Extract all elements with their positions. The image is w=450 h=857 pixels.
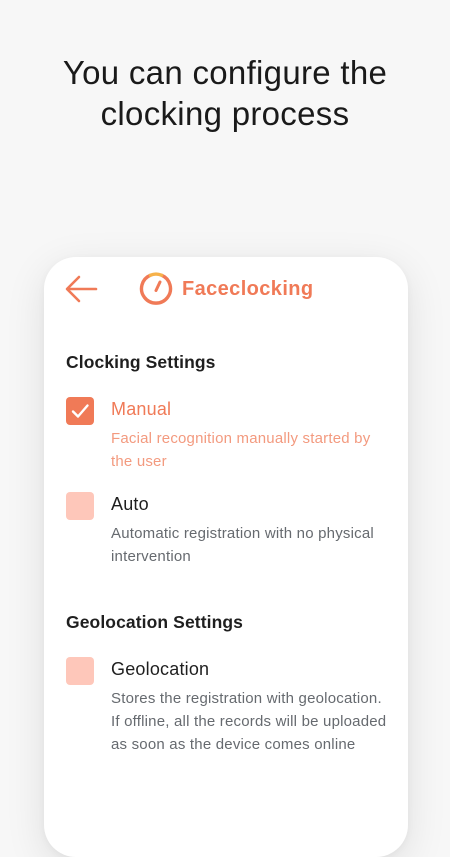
auto-label: Auto — [111, 494, 149, 514]
phone-screen: Faceclocking Clocking Settings Manual Fa… — [44, 257, 408, 857]
headline: You can configure the clocking process — [0, 52, 450, 134]
manual-label: Manual — [111, 399, 172, 419]
arrow-left-icon — [65, 275, 98, 303]
auto-checkbox[interactable] — [66, 492, 94, 520]
geolocation-settings-title: Geolocation Settings — [66, 612, 244, 632]
app-title: Faceclocking — [182, 277, 314, 300]
app-bar: Faceclocking — [44, 257, 408, 323]
headline-line-2: clocking process — [100, 95, 350, 132]
gauge-logo-icon — [139, 272, 173, 305]
back-button[interactable] — [62, 271, 102, 307]
option-geolocation[interactable]: Geolocation Stores the registration with… — [66, 657, 396, 777]
app-brand: Faceclocking — [139, 271, 314, 307]
manual-description: Facial recognition manually started by t… — [111, 430, 371, 470]
geolocation-description: Stores the registration with geolocation… — [111, 690, 387, 753]
checkmark-icon — [71, 404, 89, 418]
option-auto[interactable]: Auto Automatic registration with no phys… — [66, 492, 396, 565]
headline-line-1: You can configure the — [62, 54, 388, 91]
geolocation-label: Geolocation — [111, 659, 210, 679]
manual-checkbox[interactable] — [66, 397, 94, 425]
geolocation-checkbox[interactable] — [66, 657, 94, 685]
auto-description: Automatic registration with no physical … — [111, 525, 374, 565]
option-manual[interactable]: Manual Facial recognition manually start… — [66, 397, 396, 470]
clocking-settings-title: Clocking Settings — [66, 352, 216, 372]
